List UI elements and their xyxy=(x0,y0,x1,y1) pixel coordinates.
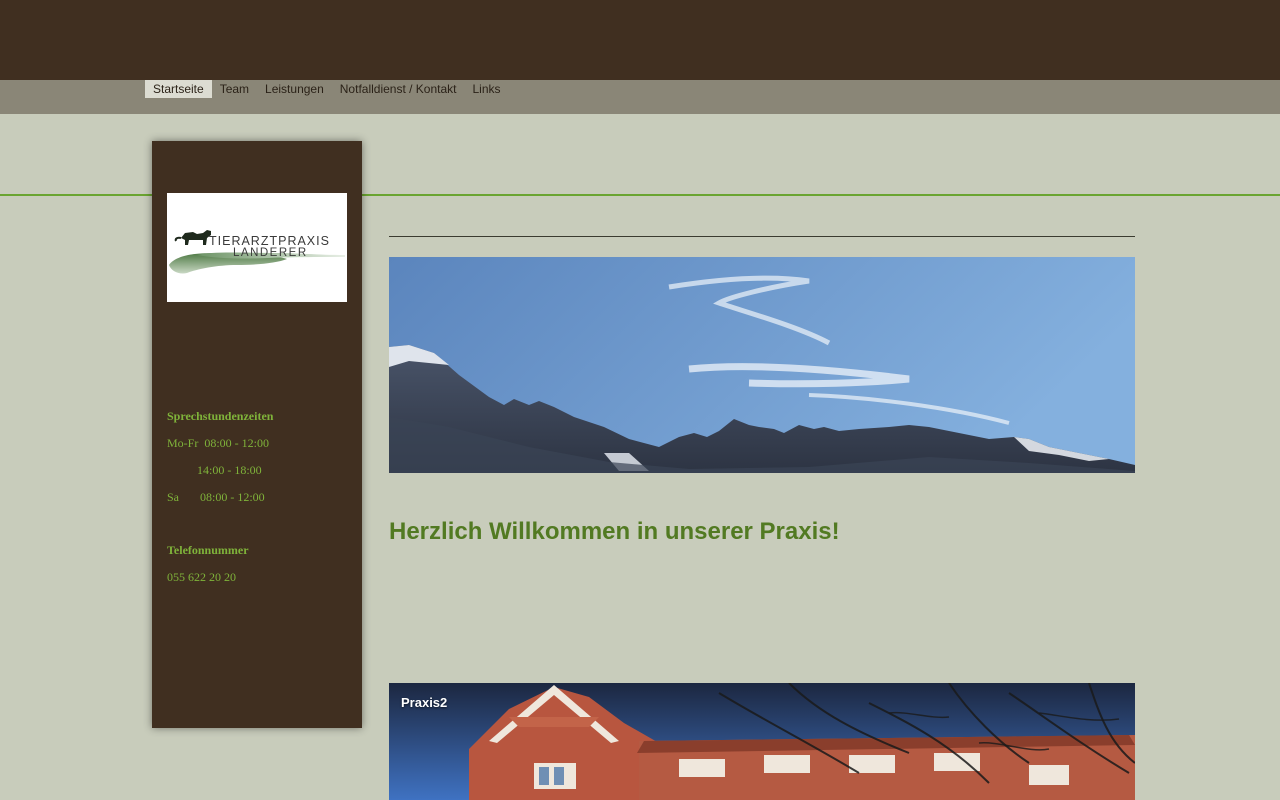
navigation-bar: Startseite Team Leistungen Notfalldienst… xyxy=(0,80,1280,114)
logo-text-tierarztpraxis: TIERARZTPRAXIS xyxy=(209,234,330,248)
welcome-heading: Herzlich Willkommen in unserer Praxis! xyxy=(389,518,840,545)
mountain-banner-image xyxy=(389,257,1135,473)
nav-item-links[interactable]: Links xyxy=(465,80,509,98)
nav-item-leistungen[interactable]: Leistungen xyxy=(257,80,332,98)
opening-hours-weekday: Mo-Fr 08:00 - 12:00 xyxy=(167,436,269,450)
building-photo xyxy=(389,683,1135,800)
mountain-scene xyxy=(389,257,1135,473)
header-bar xyxy=(0,0,1280,80)
sidebar: TIERARZTPRAXIS LANDERER Sprechstundenzei… xyxy=(152,141,362,728)
photo-caption: Praxis2 xyxy=(401,695,448,710)
phone-heading: Telefonnummer xyxy=(167,543,249,557)
phone-number[interactable]: 055 622 20 20 xyxy=(167,569,352,596)
opening-hours-saturday: Sa 08:00 - 12:00 xyxy=(167,490,265,504)
practice-logo[interactable]: TIERARZTPRAXIS LANDERER xyxy=(167,193,347,302)
nav-item-team[interactable]: Team xyxy=(212,80,257,98)
logo-text-landerer: LANDERER xyxy=(233,247,308,259)
content-divider xyxy=(389,236,1135,237)
main-nav: Startseite Team Leistungen Notfalldienst… xyxy=(145,80,509,98)
nav-item-startseite[interactable]: Startseite xyxy=(145,80,212,98)
opening-hours-heading: Sprechstundenzeiten xyxy=(167,409,274,423)
contact-info: Sprechstundenzeiten Mo-Fr 08:00 - 12:00 … xyxy=(167,408,352,596)
nav-item-notfalldienst-kontakt[interactable]: Notfalldienst / Kontakt xyxy=(332,80,465,98)
praxis-photo[interactable]: Praxis2 xyxy=(389,683,1135,800)
opening-hours-weekday-afternoon: 14:00 - 18:00 xyxy=(167,463,262,477)
